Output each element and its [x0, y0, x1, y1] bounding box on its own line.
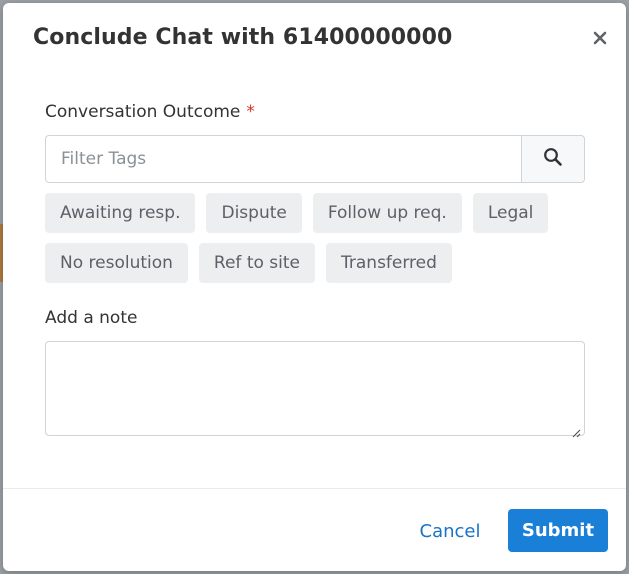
note-textarea[interactable] — [45, 341, 585, 436]
tag-transferred[interactable]: Transferred — [326, 243, 452, 283]
close-button[interactable] — [588, 25, 612, 51]
tag-ref-to-site[interactable]: Ref to site — [198, 243, 315, 283]
tag-dispute[interactable]: Dispute — [206, 193, 302, 233]
tag-follow-up-req[interactable]: Follow up req. — [312, 193, 462, 233]
tag-legal[interactable]: Legal — [472, 193, 549, 233]
conversation-outcome-label-text: Conversation Outcome — [45, 102, 241, 122]
add-note-label: Add a note — [45, 308, 138, 328]
tag-awaiting-resp[interactable]: Awaiting resp. — [45, 193, 196, 233]
search-button[interactable] — [521, 135, 585, 183]
dialog-title: Conclude Chat with 61400000000 — [33, 25, 453, 50]
tag-filter — [45, 135, 585, 183]
footer-divider — [3, 488, 626, 489]
outcome-tag-list: Awaiting resp. Dispute Follow up req. Le… — [45, 193, 590, 283]
required-marker: * — [246, 102, 255, 122]
submit-button[interactable]: Submit — [508, 509, 608, 552]
filter-tags-input[interactable] — [45, 135, 521, 183]
search-icon — [543, 147, 563, 171]
tag-no-resolution[interactable]: No resolution — [45, 243, 188, 283]
resize-handle-icon[interactable] — [571, 423, 581, 438]
cancel-button[interactable]: Cancel — [408, 510, 492, 552]
close-icon — [593, 31, 607, 45]
conclude-chat-dialog: Conclude Chat with 61400000000 Conversat… — [3, 3, 626, 571]
conversation-outcome-label: Conversation Outcome * — [45, 102, 255, 122]
